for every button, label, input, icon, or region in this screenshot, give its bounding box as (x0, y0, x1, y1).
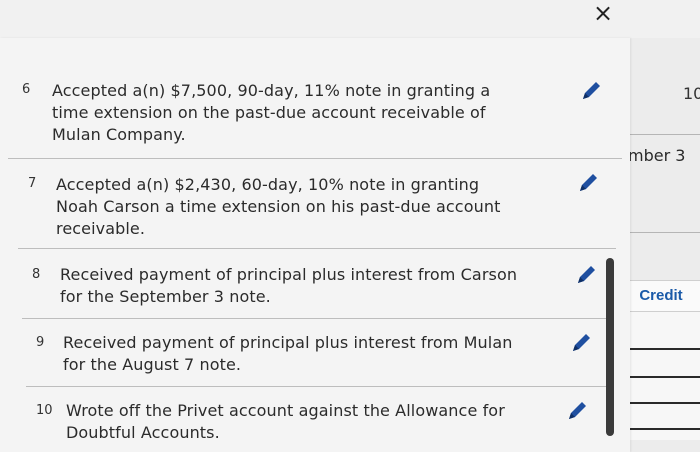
description-line: time extension on the past-due account r… (52, 103, 486, 122)
description-line: for the August 7 note. (63, 355, 242, 374)
close-icon[interactable]: × (590, 0, 616, 28)
transaction-number: 10 (36, 403, 53, 418)
description-line: Wrote off the Privet account against the… (66, 401, 505, 420)
transaction-list-panel: 6 Accepted a(n) $7,500, 90-day, 11% note… (0, 38, 630, 452)
description-line: Noah Carson a time extension on his past… (56, 197, 501, 216)
pencil-icon[interactable] (575, 264, 597, 286)
pencil-icon[interactable] (580, 80, 602, 102)
description-line: Received payment of principal plus inter… (60, 265, 518, 284)
row-divider (8, 158, 622, 159)
scrollbar-thumb[interactable] (606, 258, 614, 436)
journal-number-fragment: 10 (683, 84, 700, 103)
pencil-icon[interactable] (570, 332, 592, 354)
transaction-number: 9 (36, 335, 45, 350)
journal-divider (620, 134, 700, 135)
top-bar: × (0, 0, 700, 38)
credit-input-line[interactable] (620, 376, 700, 378)
credit-column-header: Credit (620, 280, 700, 312)
transaction-number: 8 (32, 267, 41, 282)
journal-divider (620, 232, 700, 233)
transaction-description: Accepted a(n) $2,430, 60-day, 10% note i… (56, 174, 500, 240)
row-divider (22, 318, 612, 319)
description-line: Received payment of principal plus inter… (63, 333, 513, 352)
date-fragment: mber 3 (628, 146, 686, 165)
pencil-icon[interactable] (577, 172, 599, 194)
transaction-number: 7 (28, 176, 37, 191)
description-line: Doubtful Accounts. (66, 423, 220, 442)
row-divider (18, 248, 616, 249)
description-line: Accepted a(n) $2,430, 60-day, 10% note i… (56, 175, 480, 194)
description-line: for the September 3 note. (60, 287, 271, 306)
transaction-number: 6 (22, 82, 31, 97)
description-line: Mulan Company. (52, 125, 186, 144)
transaction-description: Accepted a(n) $7,500, 90-day, 11% note i… (52, 80, 490, 146)
transaction-description: Wrote off the Privet account against the… (66, 400, 505, 444)
transaction-description: Received payment of principal plus inter… (60, 264, 517, 308)
transaction-description: Received payment of principal plus inter… (63, 332, 513, 376)
description-line: Accepted a(n) $7,500, 90-day, 11% note i… (52, 81, 491, 100)
description-line: receivable. (56, 219, 146, 238)
credit-input-line[interactable] (620, 428, 700, 430)
pencil-icon[interactable] (566, 400, 588, 422)
credit-input-line[interactable] (620, 348, 700, 350)
row-divider (26, 386, 610, 387)
credit-input-line[interactable] (620, 402, 700, 404)
